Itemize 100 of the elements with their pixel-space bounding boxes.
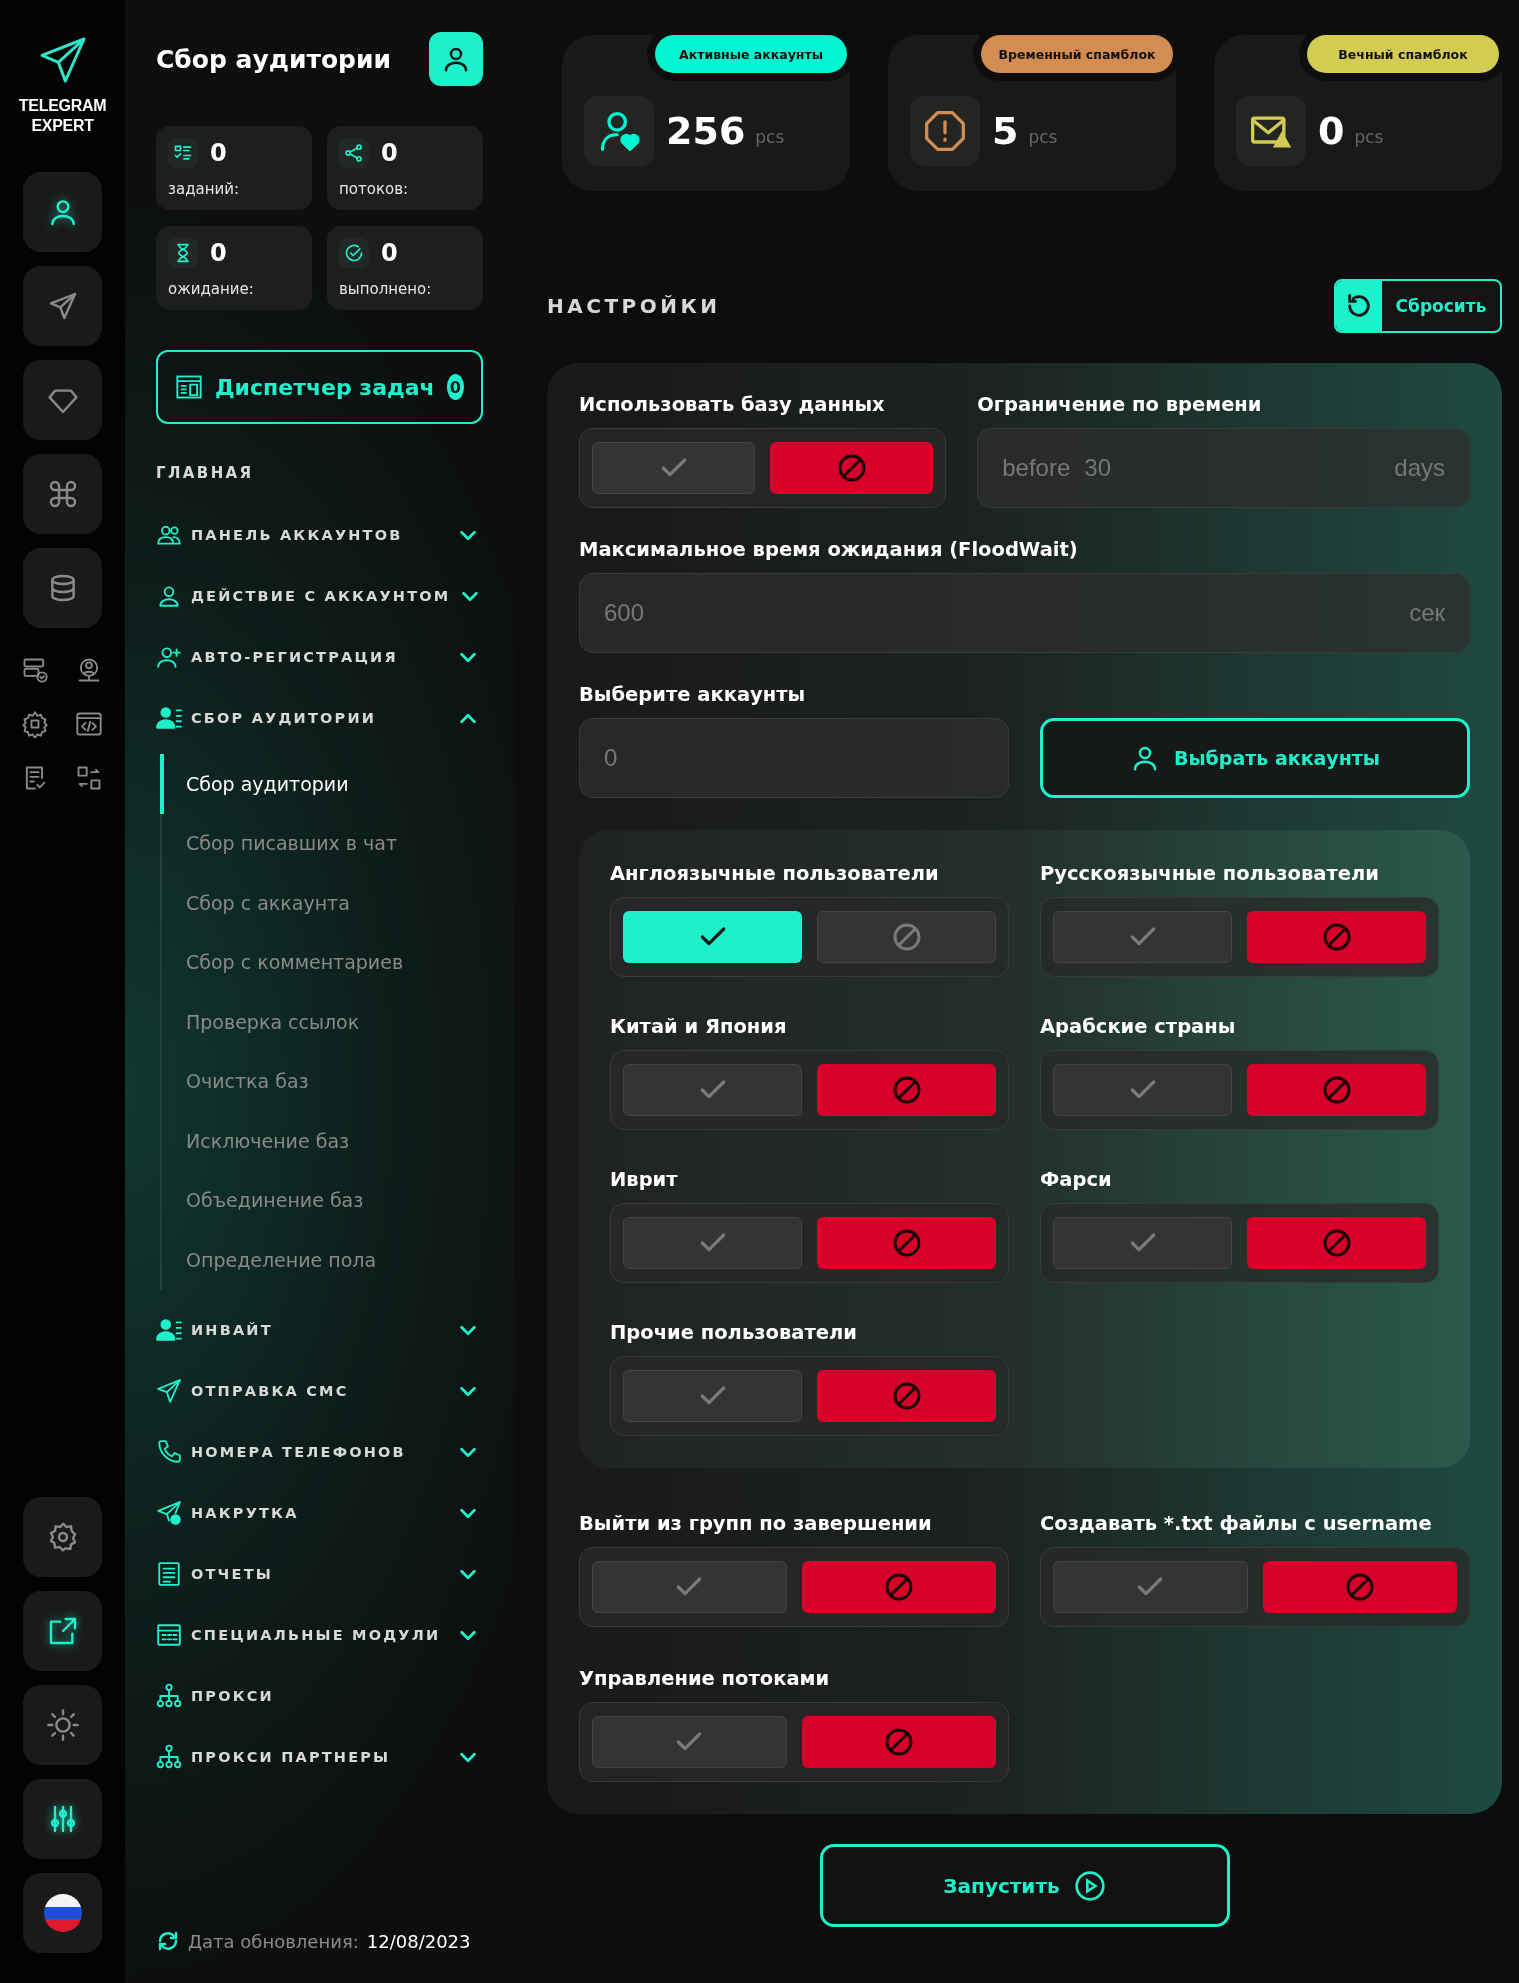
rail-button[interactable] (23, 1591, 102, 1671)
accounts-field[interactable]: 0 (579, 718, 1009, 798)
prefix-label: before (1002, 454, 1071, 482)
flag-icon (43, 1894, 82, 1932)
start-button[interactable]: Запустить (819, 1844, 1230, 1927)
check-circle-icon (344, 243, 364, 263)
profile-button[interactable] (429, 32, 483, 86)
seconds-input[interactable]: 600 (604, 599, 1410, 627)
menu-item[interactable]: СПЕЦИАЛЬНЫЕ МОДУЛИ (156, 1604, 483, 1666)
submenu-item[interactable]: Сбор аудитории (160, 754, 483, 814)
option-label: Фарси (1040, 1168, 1113, 1191)
menu-item[interactable]: АВТО-РЕГИСТРАЦИЯ (156, 626, 483, 687)
disable-button[interactable] (1247, 911, 1426, 963)
menu-item[interactable]: НАКРУТКА (156, 1482, 483, 1544)
calculator-icon (156, 1622, 182, 1648)
field-label: Ограничение по времени (977, 393, 1263, 416)
disable-button[interactable] (1262, 1561, 1457, 1613)
refresh-icon (156, 1929, 180, 1953)
phone-icon (156, 1439, 182, 1465)
submenu-item[interactable]: Сбор с аккаунта (160, 873, 483, 933)
rail-button[interactable] (23, 454, 102, 534)
menu-item[interactable]: ПРОКСИ (156, 1665, 483, 1727)
user-list-icon (156, 1317, 182, 1343)
unit-label: pcs (755, 127, 785, 147)
menu-item[interactable]: СБОР АУДИТОРИИ (156, 687, 483, 748)
update-date-label: Дата обновления: (188, 1930, 359, 1952)
user-list-icon (156, 704, 182, 731)
stat-label: выполнено: (339, 280, 433, 298)
menu-item[interactable]: ОТПРАВКА СМС (156, 1360, 483, 1422)
disable-button[interactable] (817, 1064, 996, 1116)
stat-value: 0 (210, 239, 227, 267)
stat-value: 5 (992, 109, 1019, 153)
disable-button[interactable] (1247, 1217, 1426, 1269)
option-label: Арабские страны (1040, 1015, 1237, 1038)
option-label: Создавать *.txt файлы с username (1040, 1512, 1433, 1535)
update-date: 12/08/2023 (366, 1930, 471, 1952)
reset-button[interactable]: Сбросить (1334, 279, 1502, 333)
submenu-item[interactable]: Сбор писавших в чат (160, 813, 483, 873)
field-label: Выберите аккаунты (579, 683, 807, 706)
stat-value: 0 (210, 139, 227, 167)
disable-button[interactable] (770, 442, 934, 494)
submenu-item[interactable]: Объединение баз (160, 1170, 483, 1230)
unit-label: days (1394, 454, 1445, 482)
disable-button[interactable] (1247, 1064, 1426, 1116)
rail-button[interactable] (23, 1779, 102, 1859)
submenu-item[interactable]: Определение пола (160, 1230, 483, 1290)
stat-label: заданий: (168, 180, 241, 198)
menu-item[interactable]: ОТЧЕТЫ (156, 1543, 483, 1605)
submenu-item[interactable]: Очистка баз (160, 1051, 483, 1111)
menu-item[interactable]: ДЕЙСТВИЕ С АККАУНТОМ (156, 565, 483, 626)
disable-button[interactable] (817, 1217, 996, 1269)
stat-value: 0 (381, 239, 398, 267)
select-accounts-button[interactable]: Выбрать аккаунты (1040, 718, 1470, 798)
language-button[interactable] (23, 1873, 102, 1953)
option-label: Китай и Япония (610, 1015, 788, 1038)
rail-button[interactable] (23, 172, 102, 252)
option-label: Управление потоками (579, 1667, 831, 1690)
menu-item[interactable]: НОМЕРА ТЕЛЕФОНОВ (156, 1421, 483, 1483)
stat-value: 256 (666, 109, 746, 153)
menu-item[interactable]: ПРОКСИ ПАРТНЕРЫ (156, 1726, 483, 1788)
disable-button[interactable] (801, 1716, 996, 1768)
menu-item[interactable]: ПАНЕЛЬ АККАУНТОВ (156, 504, 483, 565)
disable-button[interactable] (817, 911, 996, 963)
settings-title: НАСТРОЙКИ (547, 294, 721, 318)
unit-label: pcs (1354, 127, 1384, 147)
disable-button[interactable] (817, 1370, 996, 1422)
field-label: Использовать базу данных (579, 393, 886, 416)
submenu-item[interactable]: Сбор с комментариев (160, 932, 483, 992)
tasks-icon (173, 143, 193, 163)
task-manager-button[interactable]: Диспетчер задач 0 (156, 350, 483, 424)
alert-octagon-icon (923, 109, 967, 153)
stat-label: ожидание: (168, 280, 255, 298)
receipt-icon (156, 1561, 182, 1587)
option-label: Выйти из групп по завершении (579, 1512, 933, 1535)
submenu-item[interactable]: Проверка ссылок (160, 992, 483, 1052)
rail-button[interactable] (23, 548, 102, 628)
hierarchy-icon (156, 1683, 182, 1709)
days-input[interactable]: 30 (1084, 454, 1395, 482)
disable-button[interactable] (801, 1561, 996, 1613)
section-heading: ГЛАВНАЯ (156, 464, 255, 482)
gear-icon[interactable] (20, 710, 49, 738)
window-document-icon (175, 373, 203, 401)
menu-item[interactable]: ИНВАЙТ (156, 1299, 483, 1361)
stat-label: потоков: (339, 180, 410, 198)
code-window-icon[interactable] (74, 710, 103, 738)
hierarchy-icon (156, 1744, 182, 1770)
option-label: Иврит (610, 1168, 679, 1191)
option-label: Прочие пользователи (610, 1321, 858, 1344)
unit-label: сек (1409, 599, 1445, 627)
stat-value: 0 (381, 139, 398, 167)
stat-value: 0 (1318, 109, 1345, 153)
option-label: Русскоязычные пользователи (1040, 862, 1380, 885)
rail-button[interactable] (23, 1497, 102, 1577)
page-title: Сбор аудитории (156, 44, 392, 74)
undo-icon (1345, 292, 1373, 320)
logo-text: TELEGRAM EXPERT (18, 96, 107, 136)
submenu-item[interactable]: Исключение баз (160, 1111, 483, 1171)
option-label: Англоязычные пользователи (610, 862, 940, 885)
unit-label: pcs (1028, 127, 1058, 147)
rail-button[interactable] (23, 266, 102, 346)
